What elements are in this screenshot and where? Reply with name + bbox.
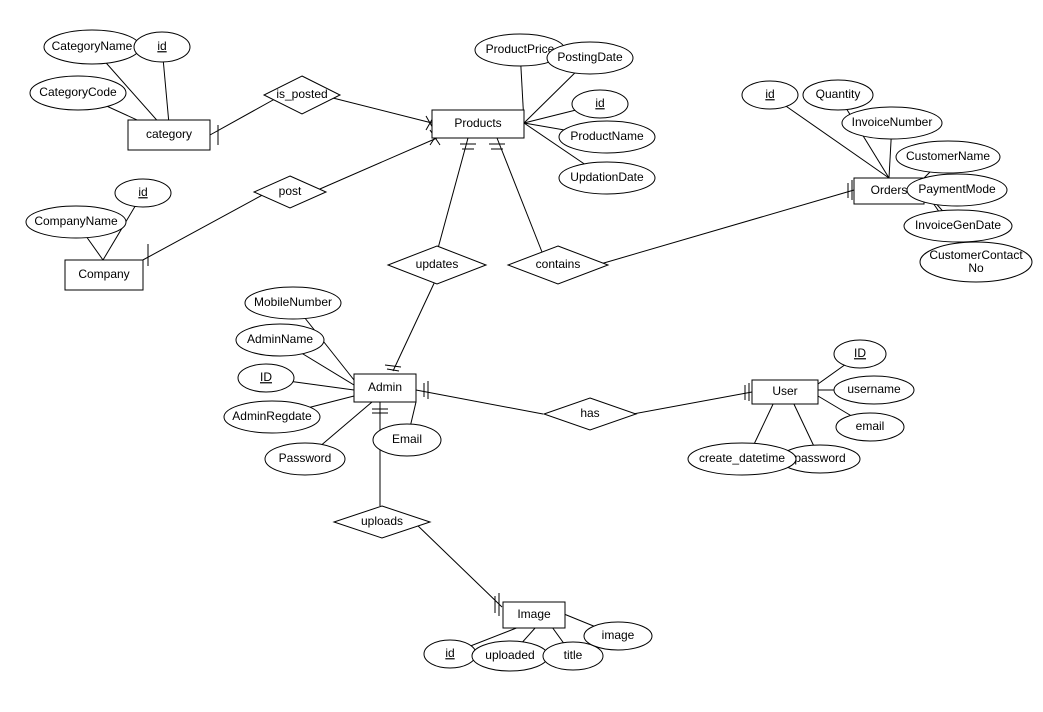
relationship-label: post: [279, 184, 302, 198]
svg-text:MobileNumber: MobileNumber: [254, 295, 332, 309]
svg-text:id: id: [445, 646, 454, 660]
relationship-is-posted: is_posted: [264, 76, 340, 114]
relationship-label: is_posted: [276, 87, 327, 101]
attr-category-categoryname: CategoryName: [44, 30, 140, 64]
attr-company-companyname: CompanyName: [26, 206, 126, 238]
svg-text:CategoryName: CategoryName: [52, 39, 133, 53]
attr-orders-customercontactno: CustomerContact No: [920, 242, 1032, 282]
svg-text:ID: ID: [854, 346, 866, 360]
svg-text:Password: Password: [279, 451, 332, 465]
svg-text:create_datetime: create_datetime: [699, 451, 785, 465]
relationship-updates: updates: [388, 246, 486, 284]
attr-admin-adminname: AdminName: [236, 324, 324, 356]
svg-text:CustomerName: CustomerName: [906, 149, 990, 163]
attr-admin-mobilenumber: MobileNumber: [245, 287, 341, 319]
er-diagram: category Company Products Orders Admin U…: [0, 0, 1043, 712]
attr-orders-id: id: [742, 81, 798, 109]
svg-text:id: id: [138, 185, 147, 199]
attr-image-image: image: [584, 622, 652, 650]
svg-text:CustomerContact: CustomerContact: [929, 248, 1023, 262]
svg-text:password: password: [794, 451, 845, 465]
entity-user: User: [752, 380, 818, 404]
svg-text:id: id: [157, 39, 166, 53]
attr-products-postingdate: PostingDate: [547, 42, 633, 74]
svg-text:id: id: [595, 96, 604, 110]
entity-label: User: [772, 384, 797, 398]
svg-text:InvoiceGenDate: InvoiceGenDate: [915, 218, 1001, 232]
attr-orders-paymentmode: PaymentMode: [907, 174, 1007, 206]
attr-orders-customername: CustomerName: [896, 141, 1000, 173]
attr-category-categorycode: CategoryCode: [30, 76, 126, 110]
attr-user-username: username: [834, 376, 914, 404]
svg-text:CompanyName: CompanyName: [34, 214, 118, 228]
relationship-uploads: uploads: [334, 506, 430, 538]
svg-text:Quantity: Quantity: [816, 87, 861, 101]
svg-text:AdminName: AdminName: [247, 332, 313, 346]
svg-text:ProductPrice: ProductPrice: [486, 42, 555, 56]
relationship-label: updates: [416, 257, 459, 271]
attr-user-id: ID: [834, 340, 886, 368]
attr-image-uploaded: uploaded: [472, 641, 548, 671]
entity-label: Products: [454, 116, 501, 130]
svg-text:CategoryCode: CategoryCode: [39, 85, 117, 99]
entity-company: Company: [65, 260, 143, 290]
svg-text:Email: Email: [392, 432, 422, 446]
entity-label: Company: [78, 267, 129, 281]
svg-text:username: username: [847, 382, 901, 396]
attr-admin-password: Password: [265, 443, 345, 475]
relationship-post: post: [254, 176, 326, 208]
svg-text:uploaded: uploaded: [485, 648, 534, 662]
svg-text:UpdationDate: UpdationDate: [570, 170, 644, 184]
entity-label: Admin: [368, 380, 402, 394]
svg-text:PaymentMode: PaymentMode: [918, 182, 996, 196]
attr-admin-id: ID: [238, 364, 294, 392]
relationship-label: has: [580, 406, 599, 420]
entity-image: Image: [503, 602, 565, 628]
svg-text:image: image: [602, 628, 635, 642]
attr-category-id: id: [134, 32, 190, 62]
relationship-contains: contains: [508, 246, 608, 284]
attr-products-updationdate: UpdationDate: [559, 162, 655, 194]
svg-text:email: email: [856, 419, 885, 433]
attr-products-productname: ProductName: [559, 121, 655, 153]
attr-image-id: id: [424, 640, 476, 668]
attr-orders-invoicenumber: InvoiceNumber: [842, 107, 942, 139]
entity-label: category: [146, 127, 192, 141]
entity-admin: Admin: [354, 374, 416, 402]
svg-text:title: title: [564, 648, 583, 662]
entity-label: Orders: [871, 183, 908, 197]
entity-products: Products: [432, 110, 524, 138]
svg-text:PostingDate: PostingDate: [557, 50, 623, 64]
entity-category: category: [128, 120, 210, 150]
relationship-has: has: [544, 398, 636, 430]
svg-text:AdminRegdate: AdminRegdate: [232, 409, 312, 423]
relationship-label: contains: [536, 257, 581, 271]
attr-orders-quantity: Quantity: [803, 80, 873, 110]
attr-user-email: email: [836, 413, 904, 441]
svg-text:No: No: [968, 261, 984, 275]
attr-products-id: id: [572, 90, 628, 118]
relationship-label: uploads: [361, 514, 403, 528]
svg-text:ID: ID: [260, 370, 272, 384]
entity-label: Image: [517, 607, 551, 621]
attr-orders-invoicegendate: InvoiceGenDate: [904, 210, 1012, 242]
svg-text:InvoiceNumber: InvoiceNumber: [852, 115, 933, 129]
attr-user-createdatetime: create_datetime: [688, 443, 796, 475]
attr-company-id: id: [115, 179, 171, 207]
attr-admin-adminregdate: AdminRegdate: [224, 401, 320, 433]
svg-text:id: id: [765, 87, 774, 101]
attr-admin-email: Email: [373, 424, 441, 456]
svg-text:ProductName: ProductName: [570, 129, 644, 143]
